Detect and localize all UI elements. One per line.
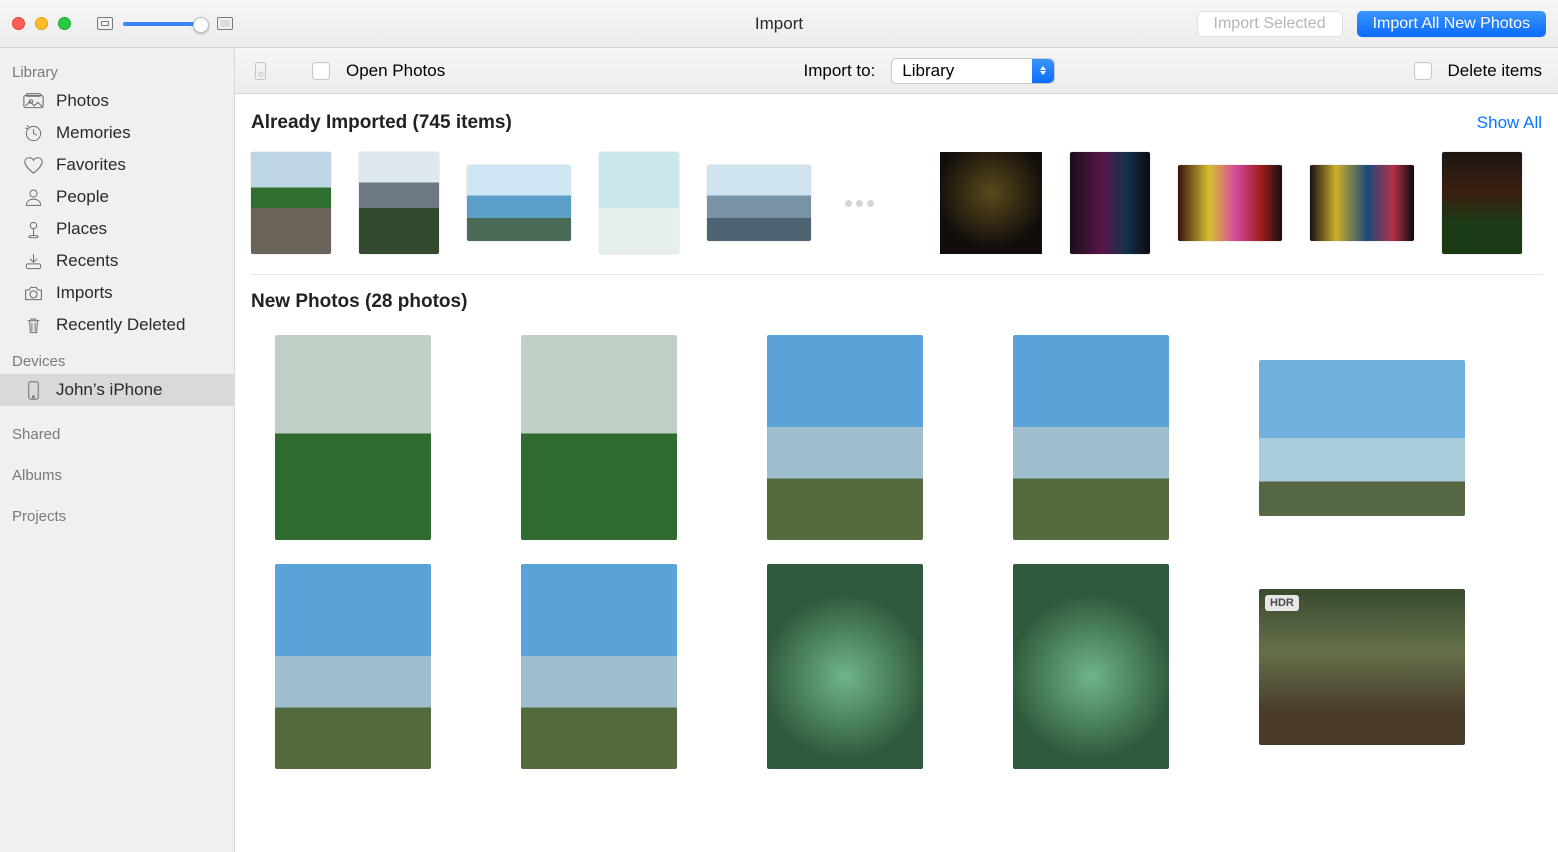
thumb[interactable] <box>251 152 331 254</box>
window-title: Import <box>755 14 803 34</box>
sidebar-item-photos[interactable]: Photos <box>0 85 234 117</box>
person-icon <box>22 187 44 207</box>
fullscreen-icon[interactable] <box>58 17 71 30</box>
thumb[interactable] <box>599 152 679 254</box>
device-icon <box>255 62 266 80</box>
sidebar-item-label: People <box>56 187 109 207</box>
sidebar-header-devices: Devices <box>0 347 234 374</box>
sidebar-item-memories[interactable]: Memories <box>0 117 234 149</box>
import-toolbar: Open Photos Import to: Library Delete it… <box>235 48 1558 94</box>
thumb[interactable] <box>940 152 1042 254</box>
sidebar: Library Photos Memories Favorites People… <box>0 48 235 852</box>
thumb[interactable] <box>1013 564 1169 769</box>
sidebar-header-projects[interactable]: Projects <box>0 502 234 529</box>
zoom-slider[interactable] <box>123 22 207 26</box>
sidebar-item-label: Imports <box>56 283 113 303</box>
import-all-button[interactable]: Import All New Photos <box>1357 11 1546 37</box>
thumb[interactable] <box>1442 152 1522 254</box>
thumb[interactable] <box>707 165 811 241</box>
sidebar-item-imports[interactable]: Imports <box>0 277 234 309</box>
sidebar-header-library: Library <box>0 58 234 85</box>
delete-items-checkbox[interactable] <box>1414 62 1432 80</box>
thumb[interactable]: HDR <box>1259 589 1465 745</box>
camera-icon <box>22 283 44 303</box>
hdr-badge: HDR <box>1265 595 1299 611</box>
sidebar-item-recents[interactable]: Recents <box>0 245 234 277</box>
thumb[interactable] <box>521 335 677 540</box>
sidebar-item-label: Favorites <box>56 155 126 175</box>
thumb[interactable] <box>521 564 677 769</box>
zoom-out-icon[interactable] <box>97 17 113 30</box>
import-selected-button[interactable]: Import Selected <box>1197 11 1343 37</box>
heart-icon <box>22 155 44 175</box>
sidebar-item-label: Recently Deleted <box>56 315 185 335</box>
window-controls <box>12 17 71 30</box>
thumb[interactable] <box>359 152 439 254</box>
already-imported-thumbs <box>251 144 1542 275</box>
minimize-icon[interactable] <box>35 17 48 30</box>
thumb[interactable] <box>767 564 923 769</box>
sidebar-item-device[interactable]: John’s iPhone <box>0 374 234 406</box>
sidebar-item-label: Recents <box>56 251 118 271</box>
zoom-slider-group <box>97 17 233 30</box>
sidebar-item-label: John’s iPhone <box>56 380 163 400</box>
sidebar-item-recently-deleted[interactable]: Recently Deleted <box>0 309 234 341</box>
new-photos-header: New Photos (28 photos) <box>251 291 467 313</box>
close-icon[interactable] <box>12 17 25 30</box>
thumb[interactable] <box>1070 152 1150 254</box>
download-icon <box>22 251 44 271</box>
sidebar-item-places[interactable]: Places <box>0 213 234 245</box>
thumb[interactable] <box>467 165 571 241</box>
titlebar: Import Import Selected Import All New Ph… <box>0 0 1558 48</box>
import-to-value: Library <box>902 61 954 81</box>
trash-icon <box>22 315 44 335</box>
thumb[interactable] <box>767 335 923 540</box>
pin-icon <box>22 219 44 239</box>
thumb[interactable] <box>1013 335 1169 540</box>
zoom-in-icon[interactable] <box>217 17 233 30</box>
thumb[interactable] <box>1259 360 1465 516</box>
sidebar-item-label: Photos <box>56 91 109 111</box>
memories-icon <box>22 123 44 143</box>
import-to-select[interactable]: Library <box>891 58 1055 84</box>
thumb[interactable] <box>275 335 431 540</box>
open-photos-label: Open Photos <box>346 61 445 81</box>
open-photos-checkbox[interactable] <box>312 62 330 80</box>
show-all-link[interactable]: Show All <box>1477 113 1542 133</box>
import-to-label: Import to: <box>803 61 875 81</box>
phone-icon <box>22 380 44 400</box>
thumb[interactable] <box>275 564 431 769</box>
sidebar-item-label: Places <box>56 219 107 239</box>
sidebar-item-label: Memories <box>56 123 131 143</box>
photos-icon <box>22 91 44 111</box>
thumb[interactable] <box>1178 165 1282 241</box>
main-content: Open Photos Import to: Library Delete it… <box>235 48 1558 852</box>
delete-items-label: Delete items <box>1448 61 1542 81</box>
already-imported-header: Already Imported (745 items) <box>251 112 512 134</box>
thumb[interactable] <box>1310 165 1414 241</box>
sidebar-item-people[interactable]: People <box>0 181 234 213</box>
select-stepper-icon <box>1032 59 1054 83</box>
sidebar-item-favorites[interactable]: Favorites <box>0 149 234 181</box>
more-icon[interactable] <box>839 192 879 214</box>
sidebar-header-albums[interactable]: Albums <box>0 461 234 488</box>
sidebar-header-shared[interactable]: Shared <box>0 420 234 447</box>
